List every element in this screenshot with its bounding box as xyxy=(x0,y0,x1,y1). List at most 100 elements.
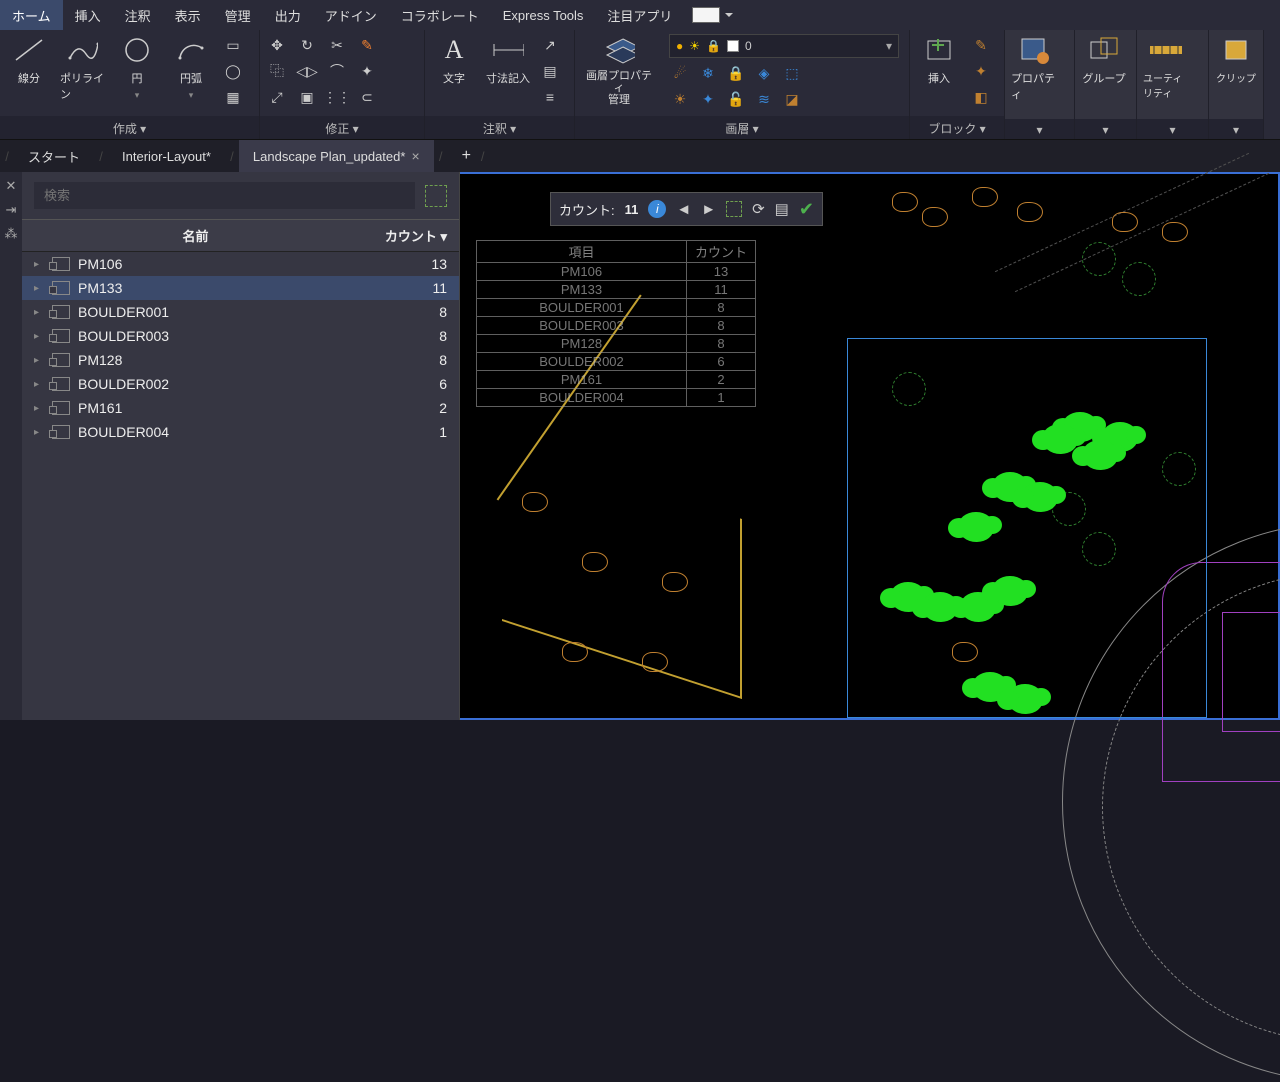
layer-walk-icon[interactable]: ≋ xyxy=(753,88,775,110)
block-row[interactable]: ▸PM1612 xyxy=(22,396,459,420)
menu-tab[interactable]: 注目アプリ xyxy=(595,0,684,30)
block-icon xyxy=(52,305,70,319)
tool-insert-block[interactable]: 挿入 xyxy=(916,34,962,86)
menu-tab[interactable]: 注釈 xyxy=(113,0,163,30)
block-define-icon[interactable]: ◧ xyxy=(970,86,992,108)
tool-circle[interactable]: 円▾ xyxy=(114,34,160,101)
menu-tab[interactable]: Express Tools xyxy=(491,0,596,30)
list-header[interactable]: 名前 カウント ▾ xyxy=(22,219,459,252)
tool-ellipse[interactable]: ◯ xyxy=(222,60,244,82)
confirm-button[interactable]: ✔ xyxy=(799,199,814,220)
layer-off-icon[interactable]: ☄ xyxy=(669,62,691,84)
tool-dimension[interactable]: 寸法記入 xyxy=(485,34,531,86)
menu-tab[interactable]: ホーム xyxy=(0,0,63,30)
menu-tab[interactable]: 管理 xyxy=(213,0,263,30)
tool-rotate[interactable]: ↻ xyxy=(296,34,318,56)
tool-clip[interactable]: クリップ xyxy=(1215,34,1257,85)
tool-table[interactable]: ▤ xyxy=(539,60,561,82)
block-name: PM106 xyxy=(78,256,399,272)
select-area-icon[interactable] xyxy=(726,201,742,217)
expand-icon: ▸ xyxy=(34,355,44,366)
tool-rect[interactable]: ▭ xyxy=(222,34,244,56)
tool-fillet[interactable]: ⌒ xyxy=(326,60,348,82)
refresh-icon[interactable]: ⟳ xyxy=(752,200,765,218)
tool-move[interactable]: ✥ xyxy=(266,34,288,56)
menu-tab[interactable]: 挿入 xyxy=(63,0,113,30)
menu-tab[interactable]: アドイン xyxy=(313,0,389,30)
block-row[interactable]: ▸BOULDER0041 xyxy=(22,420,459,444)
tool-offset[interactable]: ⊂ xyxy=(356,86,378,108)
table-cell: PM128 xyxy=(477,335,687,352)
tool-scale[interactable]: ▣ xyxy=(296,86,318,108)
layer-freeze-icon[interactable]: ❄ xyxy=(697,62,719,84)
layer-on-icon[interactable]: ☀ xyxy=(669,88,691,110)
tool-utility[interactable]: ユーティリティ xyxy=(1143,34,1189,100)
document-tab[interactable]: Landscape Plan_updated*× xyxy=(239,140,434,172)
tool-array[interactable]: ⋮⋮ xyxy=(326,86,348,108)
new-tab-button[interactable]: + xyxy=(448,140,476,172)
tool-properties[interactable]: プロパティ xyxy=(1011,34,1057,102)
block-row[interactable]: ▸BOULDER0026 xyxy=(22,372,459,396)
next-button[interactable]: ► xyxy=(701,201,716,218)
document-tab[interactable]: Interior-Layout* xyxy=(108,140,225,172)
block-icon xyxy=(52,377,70,391)
menu-tab[interactable]: 表示 xyxy=(163,0,213,30)
pin-icon[interactable]: ⇥ xyxy=(6,202,17,218)
insert-table-icon[interactable]: ▤ xyxy=(775,200,789,218)
tool-leader[interactable]: ↗ xyxy=(539,34,561,56)
ribbon-group-expand[interactable]: ▾ xyxy=(1209,119,1263,139)
appearance-swatch[interactable] xyxy=(692,7,720,23)
layer-lock-icon[interactable]: 🔒 xyxy=(725,62,747,84)
tool-mtext[interactable]: ≡ xyxy=(539,86,561,108)
layer-merge-icon[interactable]: ⬚ xyxy=(781,62,803,84)
ribbon-group-label[interactable]: 作成 ▾ xyxy=(0,116,259,139)
settings-icon[interactable]: ⁂ xyxy=(5,226,18,242)
info-icon[interactable]: i xyxy=(648,200,666,218)
ribbon-group-label[interactable]: 注釈 ▾ xyxy=(425,116,574,139)
block-edit-icon[interactable]: ✎ xyxy=(970,34,992,56)
block-row[interactable]: ▸BOULDER0038 xyxy=(22,324,459,348)
layer-dropdown[interactable]: ● ☀ 🔒 0 ▾ xyxy=(669,34,899,58)
block-row[interactable]: ▸PM10613 xyxy=(22,252,459,276)
tool-hatch[interactable]: ▦ xyxy=(222,86,244,108)
layer-thaw-icon[interactable]: ✦ xyxy=(697,88,719,110)
prev-button[interactable]: ◄ xyxy=(676,201,691,218)
ribbon-group-expand[interactable]: ▾ xyxy=(1005,119,1074,139)
tool-polyline[interactable]: ポリライン xyxy=(60,34,106,102)
search-input[interactable] xyxy=(34,182,415,209)
tool-copy[interactable]: ⿻ xyxy=(266,60,288,82)
menu-tab[interactable]: 出力 xyxy=(263,0,313,30)
ribbon-group-label[interactable]: 画層 ▾ xyxy=(575,116,909,139)
block-attr-icon[interactable]: ✦ xyxy=(970,60,992,82)
tool-explode[interactable]: ✦ xyxy=(356,60,378,82)
tool-arc[interactable]: 円弧▾ xyxy=(168,34,214,101)
tool-mirror[interactable]: ◁▷ xyxy=(296,60,318,82)
document-tab[interactable]: スタート xyxy=(14,140,94,172)
table-cell: 2 xyxy=(687,371,755,388)
block-row[interactable]: ▸BOULDER0018 xyxy=(22,300,459,324)
ribbon-group-expand[interactable]: ▾ xyxy=(1075,119,1136,139)
tool-line[interactable]: 線分 xyxy=(6,34,52,86)
tool-layer-manager[interactable]: 画層プロパティ 管理 xyxy=(581,34,657,106)
layer-iso-icon[interactable]: ◈ xyxy=(753,62,775,84)
tool-stretch[interactable]: ⤢ xyxy=(266,86,288,108)
table-cell: BOULDER002 xyxy=(477,353,687,370)
tool-erase[interactable]: ✎ xyxy=(356,34,378,56)
ribbon-group-label[interactable]: 修正 ▾ xyxy=(260,116,424,139)
menu-tab[interactable]: コラボレート xyxy=(389,0,491,30)
block-row[interactable]: ▸PM13311 xyxy=(22,276,459,300)
tool-trim[interactable]: ✂ xyxy=(326,34,348,56)
block-row[interactable]: ▸PM1288 xyxy=(22,348,459,372)
ribbon-group-expand[interactable]: ▾ xyxy=(1137,119,1208,139)
layer-unlock-icon[interactable]: 🔓 xyxy=(725,88,747,110)
table-cell: 11 xyxy=(687,281,755,298)
ribbon-group-label[interactable]: ブロック ▾ xyxy=(910,116,1004,139)
select-objects-icon[interactable] xyxy=(425,185,447,207)
close-icon[interactable]: × xyxy=(411,148,419,164)
close-icon[interactable]: ✕ xyxy=(6,178,17,194)
layer-states-icon[interactable]: ◪ xyxy=(781,88,803,110)
expand-icon: ▸ xyxy=(34,283,44,294)
table-cell: 1 xyxy=(687,389,755,406)
tool-group[interactable]: グループ xyxy=(1081,34,1127,86)
tool-text[interactable]: A文字 xyxy=(431,34,477,86)
